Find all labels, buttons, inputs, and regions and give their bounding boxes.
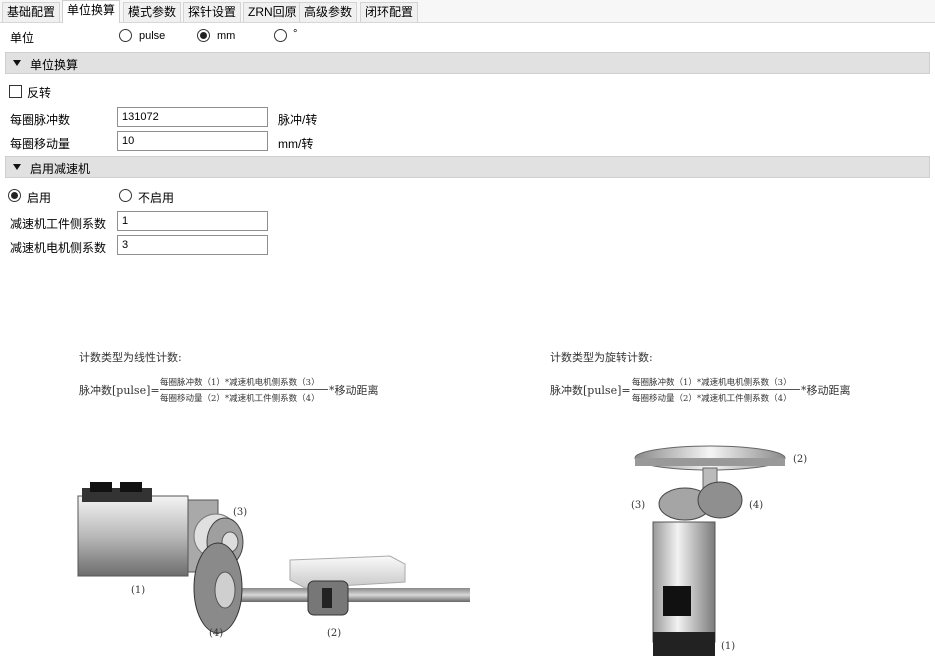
motor-factor-label: 减速机电机侧系数 — [10, 241, 107, 255]
move-per-rev-input[interactable] — [117, 131, 268, 151]
slide-block — [289, 555, 406, 589]
servo-motor-body — [77, 495, 189, 577]
rotary-callout-2: (2) — [793, 454, 808, 465]
rotary-callout-1: (1) — [721, 641, 736, 652]
linear-formula-numerator: 每圈脉冲数（1）*减速机电机侧系数（3） — [160, 378, 320, 388]
reducer-section-title: 启用减速机 — [30, 162, 91, 176]
workpiece-factor-input[interactable] — [117, 211, 268, 231]
linear-fraction-bar — [160, 389, 328, 390]
unit-conversion-section-header[interactable]: 单位换算 — [5, 52, 930, 74]
unit-degree-label[interactable]: ° — [293, 28, 297, 40]
unit-mm-radio[interactable] — [197, 29, 210, 42]
rotary-fraction-bar — [632, 389, 800, 390]
reducer-disable-radio[interactable] — [119, 189, 132, 202]
linear-callout-3: (3) — [233, 507, 248, 518]
linear-mechanism-illustration — [77, 482, 470, 634]
linear-callout-1: (1) — [131, 585, 146, 596]
tab-advanced-params[interactable]: 高级参数 — [299, 2, 358, 22]
pulses-per-rev-unit: 脉冲/转 — [278, 113, 318, 127]
rotary-caption: 计数类型为旋转计数: — [550, 351, 653, 364]
tab-mode-params[interactable]: 模式参数 — [123, 2, 182, 22]
linear-formula-lhs: 脉冲数[pulse]= — [79, 384, 160, 397]
linear-callout-4: (4) — [209, 628, 224, 639]
reverse-checkbox[interactable] — [9, 85, 22, 98]
collapse-arrow-icon — [13, 60, 21, 66]
tab-probe-settings[interactable]: 探针设置 — [183, 2, 242, 22]
tab-bar: 基础配置 单位换算 模式参数 探针设置 ZRN回原 高级参数 闭环配置 — [0, 0, 935, 23]
servo-motor-body — [652, 521, 716, 643]
unit-conversion-section-title: 单位换算 — [30, 58, 79, 72]
pulses-per-rev-input[interactable] — [117, 107, 268, 127]
rotary-formula-denominator: 每圈移动量（2）*减速机工件侧系数（4） — [632, 394, 792, 404]
motor-factor-input[interactable] — [117, 235, 268, 255]
unit-pulse-radio[interactable] — [119, 29, 132, 42]
pulses-per-rev-label: 每圈脉冲数 — [10, 113, 71, 127]
reducer-section-header[interactable]: 启用减速机 — [5, 156, 930, 178]
unit-degree-radio[interactable] — [274, 29, 287, 42]
linear-callout-2: (2) — [327, 628, 342, 639]
workpiece-side-gear — [697, 481, 743, 519]
unit-label: 单位 — [10, 31, 35, 45]
rotary-callout-3: (3) — [631, 500, 646, 511]
unit-pulse-label[interactable]: pulse — [139, 30, 165, 42]
rotary-formula-rhs: *移动距离 — [801, 384, 851, 397]
tab-closed-loop[interactable]: 闭环配置 — [360, 2, 419, 22]
tab-basic-config[interactable]: 基础配置 — [2, 2, 61, 22]
tab-unit-conversion[interactable]: 单位换算 — [62, 0, 121, 23]
linear-formula-denominator: 每圈移动量（2）*减速机工件侧系数（4） — [160, 394, 320, 404]
reducer-enable-radio[interactable] — [8, 189, 21, 202]
move-per-rev-label: 每圈移动量 — [10, 137, 71, 151]
workpiece-factor-label: 减速机工件侧系数 — [10, 217, 107, 231]
rotary-formula-lhs: 脉冲数[pulse]= — [550, 384, 631, 397]
reverse-label[interactable]: 反转 — [27, 84, 51, 101]
rotary-mechanism-illustration — [634, 445, 786, 656]
rotary-callout-4: (4) — [749, 500, 764, 511]
reducer-enable-label[interactable]: 启用 — [27, 189, 51, 206]
move-per-rev-unit: mm/转 — [278, 137, 314, 151]
reducer-disable-label[interactable]: 不启用 — [138, 189, 174, 206]
linear-formula-rhs: *移动距离 — [329, 384, 379, 397]
tab-zrn-homing[interactable]: ZRN回原 — [243, 2, 302, 22]
linear-caption: 计数类型为线性计数: — [79, 351, 182, 364]
rotary-formula-numerator: 每圈脉冲数（1）*减速机电机侧系数（3） — [632, 378, 792, 388]
unit-mm-label[interactable]: mm — [217, 30, 235, 42]
collapse-arrow-icon — [13, 164, 21, 170]
